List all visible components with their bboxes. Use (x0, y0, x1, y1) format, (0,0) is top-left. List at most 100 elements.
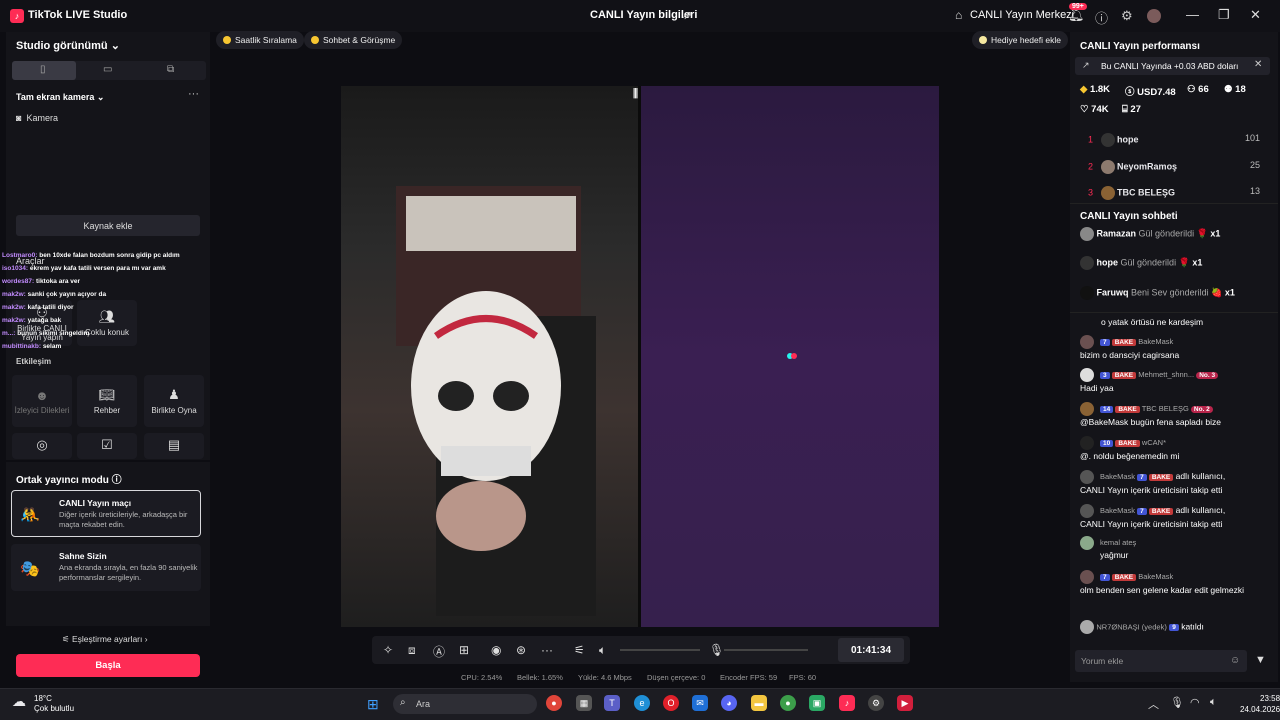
tiktok-icon[interactable]: ♪ (839, 695, 855, 711)
screen-icon[interactable]: ⊞ (459, 643, 469, 657)
chat-message[interactable]: kemal ateş yağmur (1080, 536, 1260, 561)
ranking-row[interactable]: 3 TBC BELEŞG 13 (1088, 186, 1260, 200)
performance-title: CANLI Yayın performansı (1080, 41, 1200, 52)
mail-icon[interactable]: ✉ (692, 695, 708, 711)
dual-icon[interactable]: ⧉ (167, 64, 174, 75)
chat-meet-chip[interactable]: Sohbet & Görüşme (304, 31, 403, 49)
opera-icon[interactable]: O (663, 695, 679, 711)
viewer-wishes-tile[interactable]: ☻ İzleyici Dilekleri (12, 375, 72, 427)
chat-message[interactable]: 7 BAKE BakeMask olm benden sen gelene ka… (1080, 570, 1266, 596)
steam-icon[interactable]: ⚙ (868, 695, 884, 711)
volume-slider[interactable] (620, 649, 700, 651)
help-icon[interactable]: ⓘ (1095, 8, 1108, 27)
effects-icon[interactable]: ⧈ (408, 643, 416, 658)
diamond-icon: ◆ (1080, 84, 1088, 95)
chrome-icon[interactable]: ● (546, 695, 562, 711)
teams-icon[interactable]: T (604, 695, 620, 711)
chrome-alt-icon[interactable]: ● (780, 695, 796, 711)
heart-gift-icon: 🍓 (1211, 287, 1223, 298)
chat-message[interactable]: 14 BAKE TBC BELEŞG No. 2 @BakeMask bugün… (1080, 402, 1266, 428)
home-icon[interactable]: ⌂ (955, 8, 962, 22)
chevron-up-icon[interactable]: ︿ (1148, 696, 1159, 712)
landscape-icon[interactable]: ▭ (103, 64, 112, 75)
mixer-icon[interactable]: ⚟ (574, 643, 585, 657)
emoji-icon[interactable]: ☺ (1230, 655, 1240, 666)
close-icon[interactable]: ✕ (1250, 7, 1261, 23)
avatar (1080, 620, 1094, 634)
camera-source[interactable]: ◙ Kamera (16, 113, 58, 123)
minimize-icon[interactable]: — (1186, 7, 1199, 22)
clock[interactable]: 23:58 24.04.2026 (1240, 693, 1280, 715)
speaker-icon[interactable]: 🔈︎ (1210, 696, 1217, 709)
add-source-button[interactable]: Kaynak ekle (16, 215, 200, 236)
stage-emoji-icon: 🎭 (20, 561, 40, 578)
stat-followers: ⚉ 18 (1224, 84, 1246, 95)
speaker-icon[interactable]: 🔈︎ (599, 643, 606, 658)
ai-icon[interactable]: Ⓐ (433, 643, 445, 660)
overlay-line: Lostmaro0: ben 10xde falan bozdum sonra … (2, 252, 180, 259)
broadcast-icon[interactable]: ⊛ (516, 643, 526, 657)
avatar (1100, 160, 1115, 174)
avatar[interactable] (1147, 9, 1161, 23)
loading-indicator (791, 353, 797, 359)
avatar (1080, 436, 1094, 450)
filter-icon[interactable]: ▼ (1255, 654, 1266, 666)
guide-tile[interactable]: 📖︎ Rehber (77, 375, 137, 427)
folder-icon[interactable]: ▬ (751, 695, 767, 711)
join-event[interactable]: NR7ØNBAŞI (yedek) 9 katıldı (1080, 620, 1260, 634)
start-button[interactable]: Başla (16, 654, 200, 677)
weather-widget[interactable]: 18°C Çok bulutlu (34, 694, 74, 714)
tile-icon-row-3[interactable]: ▤ (144, 433, 204, 459)
camera-preview[interactable] (341, 86, 639, 627)
close-icon[interactable]: ✕ (1254, 59, 1262, 70)
interaction-label: Etkileşim (16, 357, 52, 366)
play-together-tile[interactable]: ♟ Birlikte Oyna (144, 375, 204, 427)
studio-view-title[interactable]: Studio görünümü ⌄ (16, 39, 120, 52)
record-icon[interactable]: ◉ (491, 643, 501, 657)
scene-selector[interactable]: Tam ekran kamera ⌄ (16, 92, 104, 103)
chat-message[interactable]: 7 BAKE BakeMask bizim o dansciyi cagirsa… (1080, 335, 1260, 361)
portrait-icon[interactable]: ▯ (40, 64, 46, 75)
discord-icon[interactable]: ◕ (721, 695, 737, 711)
more-icon[interactable]: ··· (541, 643, 553, 657)
hourly-ranking-chip[interactable]: Saatlik Sıralama (216, 31, 304, 49)
live-timer: 01:41:34 (838, 638, 904, 662)
ranking-row[interactable]: 2 NeyomRamoş 25 (1088, 160, 1260, 174)
gear-icon[interactable]: ⚙ (1121, 8, 1133, 24)
microphone-icon[interactable]: 🎙︎ (709, 643, 724, 657)
gift-row[interactable]: hope Gül gönderildi 🌹 x1 (1080, 256, 1202, 270)
chat-message[interactable]: 10 BAKE wCAN* @. noldu beğenemedin mi (1080, 436, 1260, 462)
mic-slider[interactable] (724, 649, 808, 651)
coin-icon (223, 36, 231, 44)
tile-icon-row-2[interactable]: ☑ (77, 433, 137, 459)
edge-icon[interactable]: e (634, 695, 650, 711)
more-icon[interactable]: ··· (188, 88, 199, 100)
chat-message[interactable]: 3 BAKE Mehmett_shnn... No. 3 Hadi yaa (1080, 368, 1266, 394)
magic-wand-icon[interactable]: ✧ (383, 643, 393, 657)
restore-icon[interactable]: ❐ (1218, 7, 1230, 23)
gift-goal-chip[interactable]: Hediye hedefi ekle (972, 31, 1068, 49)
avatar (1100, 186, 1115, 200)
youtube-icon[interactable]: ▶ (897, 695, 913, 711)
gift-row[interactable]: Faruwq Beni Sev gönderildi 🍓 x1 (1080, 286, 1235, 300)
start-icon[interactable]: ⊞ (367, 696, 379, 713)
follow-event[interactable]: BakeMask 7 BAKE adlı kullanıcı, CANLI Ya… (1080, 470, 1270, 496)
wifi-icon[interactable]: ◠ (1190, 696, 1200, 709)
search-placeholder: Ara (416, 699, 431, 709)
overlay-line: mak2w: sanki çok yayın açıyor da (2, 291, 107, 298)
tile-icon-row-1[interactable]: ◎ (12, 433, 72, 459)
live-center-link[interactable]: CANLI Yayın Merkezi (970, 9, 1074, 21)
ranking-row[interactable]: 1 hope 101 (1088, 133, 1260, 147)
gift-row[interactable]: Ramazan Gül gönderildi 🌹 x1 (1080, 227, 1220, 241)
layout-icon[interactable]: ⫼ (633, 88, 638, 101)
cloud-icon[interactable]: ☁ (12, 693, 26, 710)
avatar (1100, 133, 1115, 147)
microphone-icon[interactable]: 🎙︎ (1170, 696, 1184, 709)
pairing-settings-link[interactable]: ⚟ Eşleştirme ayarları › (62, 634, 148, 645)
stat-usd: ⓢ USD7.48 (1125, 87, 1176, 98)
taskbar-search[interactable] (393, 694, 537, 714)
share-icon[interactable]: ⇗ (682, 8, 692, 22)
explorer-icon[interactable]: ▦ (576, 695, 592, 711)
app-icon[interactable]: ▣ (809, 695, 825, 711)
follow-event[interactable]: BakeMask 7 BAKE adlı kullanıcı, CANLI Ya… (1080, 504, 1270, 530)
